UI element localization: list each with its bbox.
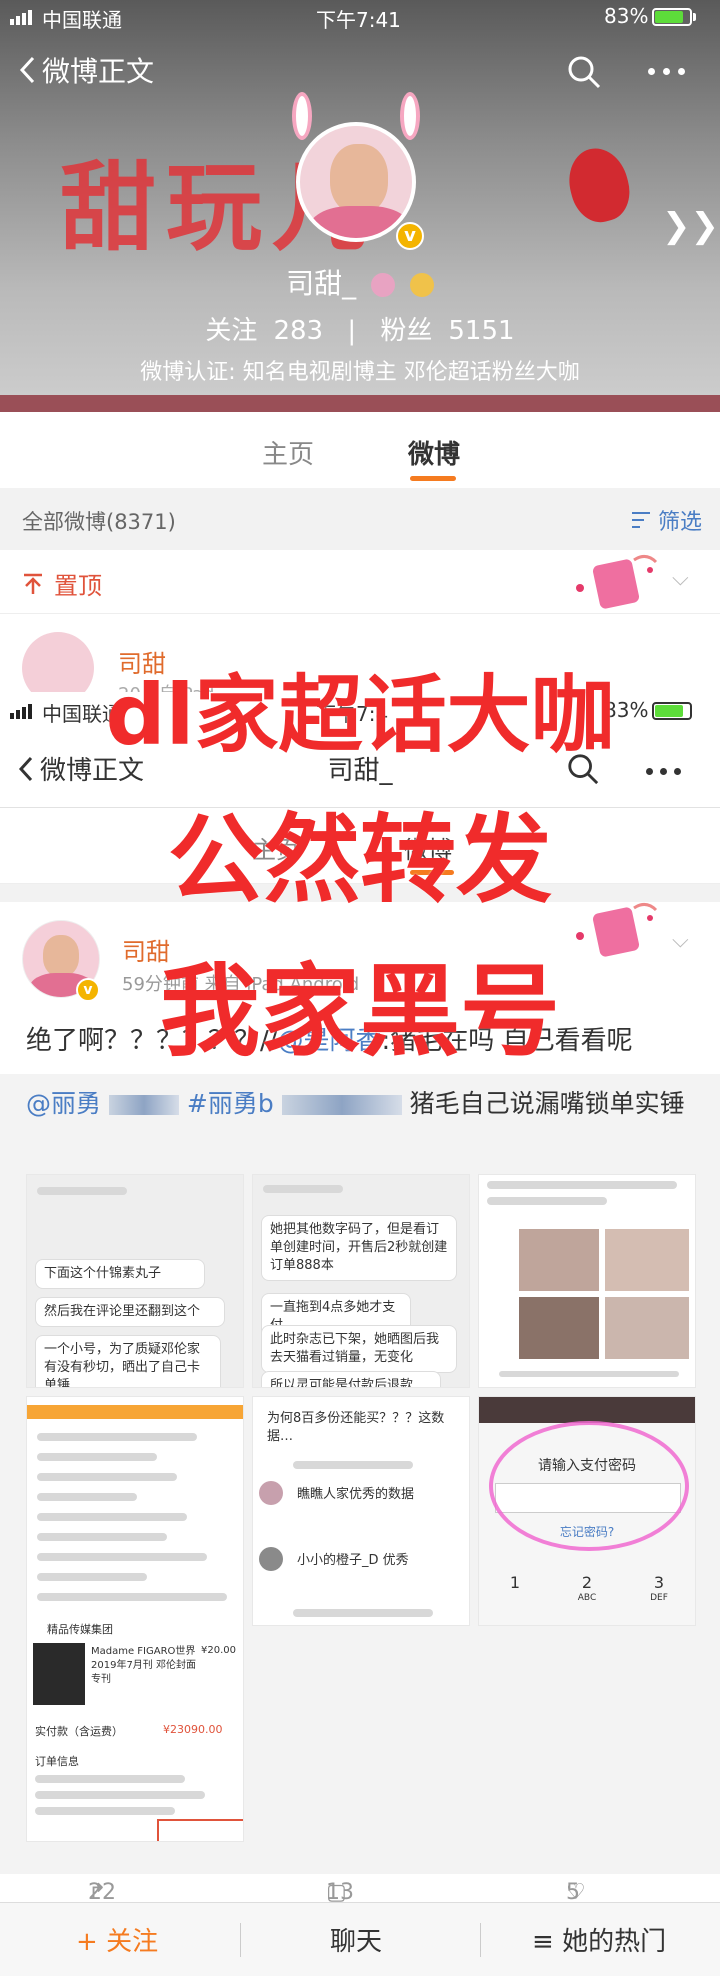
status-bar: 中国联通 下午7:41 83%: [0, 0, 720, 34]
image-order[interactable]: 精品传媒集团 Madame FIGARO世界 2019年7月刊 邓伦封面专刊 ¥…: [26, 1396, 244, 1842]
hot-button-label: 她的热门: [562, 1927, 667, 1957]
keypad-letters: DEF: [650, 1593, 668, 1603]
order-section: 订单信息: [35, 1755, 79, 1768]
keypad-key: 3: [653, 1573, 665, 1592]
stats-divider: |: [347, 316, 357, 346]
member-icon: [371, 273, 395, 297]
active-tab-indicator: [410, 476, 456, 481]
fans-label[interactable]: 粉丝: [380, 316, 432, 346]
bunny-ear-right: [400, 92, 420, 140]
more-icon[interactable]: [648, 68, 685, 75]
candy-decoration: [561, 141, 637, 229]
follow-stats: 关注 283 | 粉丝 5151: [0, 310, 720, 347]
hot-button[interactable]: ≡ 她的热门: [532, 1921, 666, 1958]
profile-name-row: 司甜_: [0, 262, 720, 302]
bottom-toolbar: + 关注 聊天 ≡ 她的热门: [0, 1902, 720, 1976]
circle-annotation: [489, 1421, 689, 1551]
pinned-label-group: 置顶: [22, 566, 102, 601]
back-button[interactable]: 微博正文: [18, 50, 154, 90]
tab-weibo[interactable]: 微博: [408, 434, 460, 471]
keypad-letters: ABC: [577, 1593, 597, 1603]
back-label: 微博正文: [42, 55, 155, 88]
tab-home[interactable]: 主页: [262, 434, 314, 471]
level-icon: [409, 273, 434, 297]
search-icon[interactable]: [566, 54, 602, 90]
carrier-label: 中国联通: [42, 8, 122, 32]
pin-top-icon: [24, 573, 42, 594]
more-icon[interactable]: [646, 768, 681, 775]
filter-label: 筛选: [658, 510, 703, 535]
fans-count[interactable]: 5151: [448, 316, 514, 346]
pinned-label: 置顶: [54, 572, 102, 600]
comment: 小小的橙子_D 优秀: [289, 1547, 459, 1575]
order-shop: 精品传媒集团: [47, 1623, 113, 1636]
battery-percent: 83%: [604, 4, 649, 28]
gift-sticker-icon: [576, 555, 658, 609]
order-price: ¥20.00: [201, 1645, 236, 1656]
magazine-cover: [33, 1643, 85, 1705]
keypad-key: 2: [581, 1573, 593, 1592]
plus-icon: +: [76, 1927, 107, 1957]
chat-bubble: 她把其他数字码了，但是看订单创建时间，开售后2秒就创建订单888本: [261, 1215, 457, 1281]
status-time: 下午7:41: [316, 8, 401, 32]
image-chat-1[interactable]: 下面这个什锦素丸子 然后我在评论里还翻到这个 一个小号，为了质疑邓伦家有没有秒切…: [26, 1174, 244, 1388]
comment: 瞧瞧人家优秀的数据: [289, 1481, 459, 1509]
bunny-ear-left: [292, 92, 312, 140]
filter-icon: [632, 512, 650, 528]
overlay-line-2: 公然转发: [168, 804, 552, 916]
repost-hashtag[interactable]: #丽勇b: [187, 1089, 274, 1118]
follow-label[interactable]: 关注: [205, 316, 257, 346]
divider: [480, 1923, 481, 1957]
menu-icon: ≡: [532, 1927, 563, 1957]
filter-bar: 全部微博(8371) 筛选: [0, 488, 720, 550]
verified-badge-icon: v: [396, 222, 424, 250]
follow-count[interactable]: 283: [273, 316, 323, 346]
repost-mention[interactable]: @丽勇: [26, 1089, 101, 1118]
chat-bubble: 下面这个什锦素丸子: [35, 1259, 205, 1289]
filter-button[interactable]: 筛选: [630, 504, 702, 536]
order-item: Madame FIGARO世界 2019年7月刊 邓伦封面专刊: [91, 1646, 196, 1685]
overlay-line-1: dl家超话大咖: [105, 666, 615, 764]
chat-bubble: 然后我在评论里还翻到这个: [35, 1297, 225, 1327]
image-payment[interactable]: 请输入支付密码 忘记密码? 1 2 3 ABC DEF: [478, 1396, 696, 1626]
chat-bubble: 所以灵可能是付款后退款: [261, 1371, 441, 1387]
overlay-line-3: 我家黑号: [160, 953, 560, 1070]
redacted-block: [108, 1095, 179, 1115]
chevron-left-icon: [19, 56, 35, 84]
profile-tabs: 主页 微博: [0, 412, 720, 488]
profile-name: 司甜_: [286, 267, 357, 300]
follow-button[interactable]: + 关注: [76, 1921, 158, 1958]
avatar[interactable]: [296, 122, 416, 242]
battery-tip: [693, 13, 696, 21]
chat-bubble: 此时杂志已下架，她晒图后我去天猫看过销量，无变化: [261, 1325, 457, 1373]
chat-bubble: 一个小号，为了质疑邓伦家有没有秒切，晒出了自己卡单锤: [35, 1335, 221, 1387]
repost-text-suffix: 猪毛自己说漏嘴锁单实锤: [409, 1089, 685, 1118]
divider: [240, 1923, 241, 1957]
all-posts-label[interactable]: 全部微博(8371): [22, 506, 176, 536]
verify-text: 微博认证: 知名电视剧博主 邓伦超话粉丝大咖: [140, 360, 580, 385]
order-total-label: 实付款（含运费）: [35, 1725, 123, 1738]
image-chat-2[interactable]: 她把其他数字码了，但是看订单创建时间，开售后2秒就创建订单888本 一直拖到4点…: [252, 1174, 470, 1388]
keypad-key: 1: [509, 1573, 521, 1592]
cover-bottom-band: [0, 395, 720, 412]
image-photos[interactable]: [478, 1174, 696, 1388]
cover-arrows-icon[interactable]: ❯❯❯: [662, 206, 720, 246]
comment: 为何8百多份还能买？？？这数据…: [259, 1405, 459, 1451]
repost-text: @丽勇 #丽勇b 猪毛自己说漏嘴锁单实锤: [26, 1084, 706, 1124]
signal-icon: [10, 10, 32, 25]
image-comments[interactable]: 为何8百多份还能买？？？这数据… 瞧瞧人家优秀的数据 小小的橙子_D 优秀: [252, 1396, 470, 1626]
chevron-down-icon[interactable]: ⌵: [672, 566, 689, 591]
follow-button-label: 关注: [106, 1927, 159, 1957]
highlight-box: [157, 1819, 243, 1841]
redacted-block: [281, 1095, 402, 1115]
order-total: ¥23090.00: [163, 1723, 223, 1736]
chat-button[interactable]: 聊天: [330, 1921, 382, 1958]
battery-icon: [652, 8, 692, 26]
